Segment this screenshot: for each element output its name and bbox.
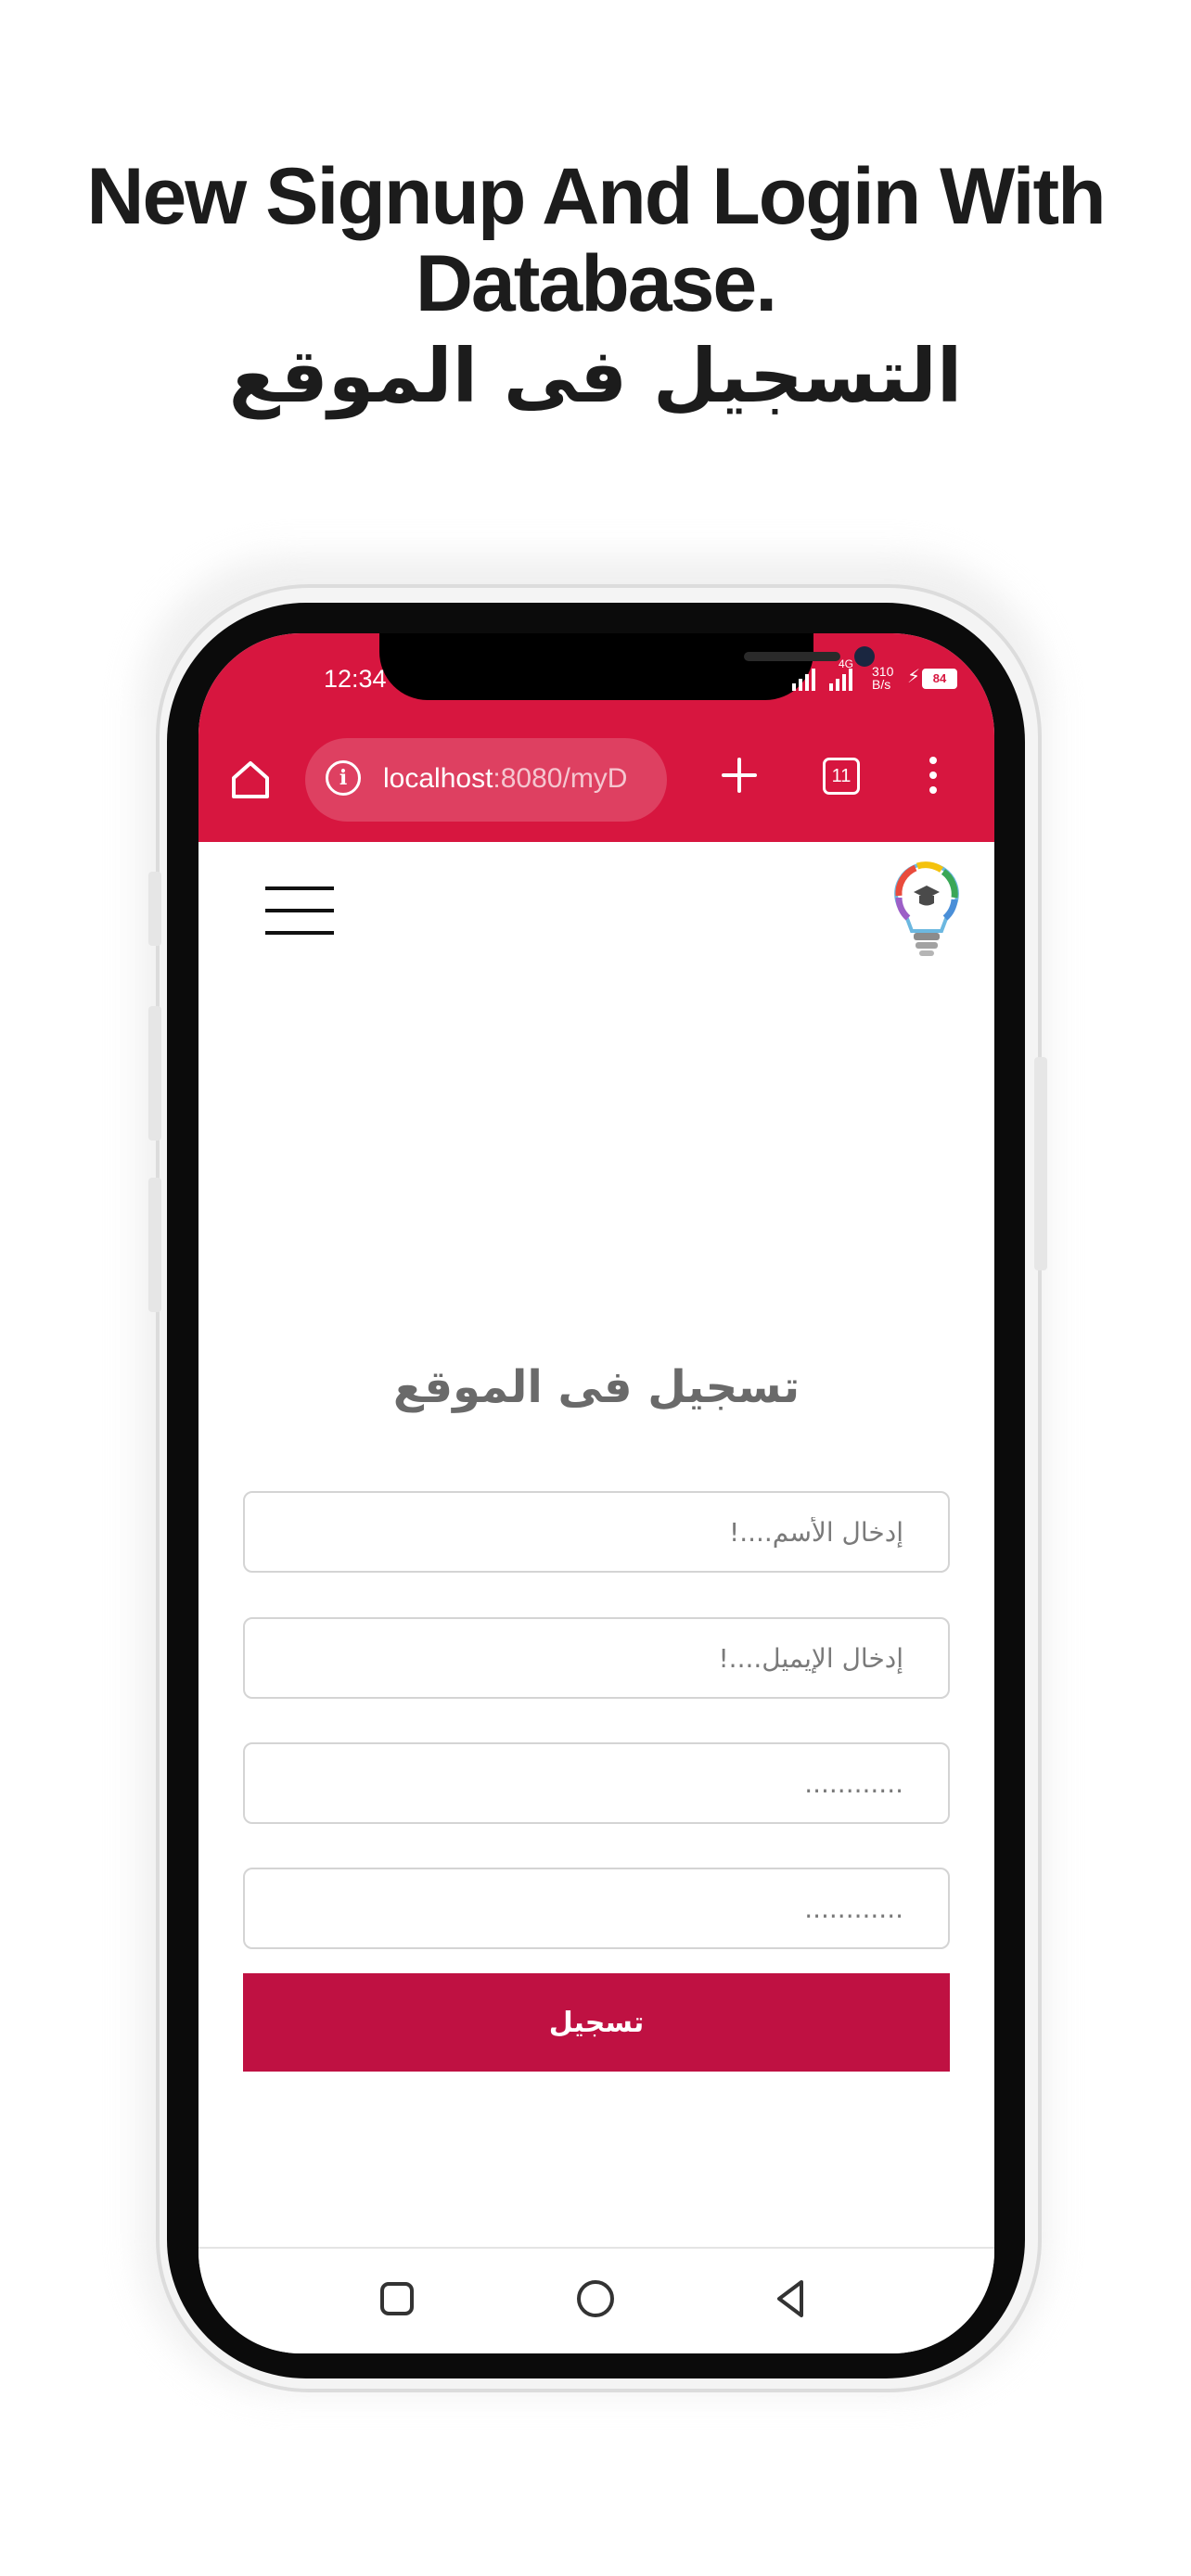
network-type: 4G [839,657,854,670]
hamburger-menu-icon[interactable] [265,886,334,938]
status-time: 12:34 [324,665,387,693]
earpiece-speaker [744,652,840,661]
square-nav-icon[interactable] [373,2275,421,2323]
network-speed: 310 B/s [872,665,893,691]
charging-icon: ⚡ [907,667,921,687]
headline-line-1: New Signup And Login With [86,152,1106,241]
phone-side-button [1034,1057,1047,1270]
confirm-password-field[interactable] [243,1868,950,1949]
phone-side-button [148,872,161,946]
url-text[interactable]: localhost:8080/myD [383,763,658,795]
circle-home-nav-icon[interactable] [571,2275,620,2323]
battery-icon: 84 [922,669,957,689]
password-field[interactable] [243,1742,950,1824]
signal-icon [829,669,852,691]
name-field[interactable] [243,1491,950,1573]
headline-line-2: Database. [415,239,777,328]
browser-chrome: 12:34 4G 310 B/s ⚡ 84 i localhost:8080/m… [198,633,994,842]
plus-icon[interactable] [718,754,761,797]
tabs-icon[interactable]: 11 [823,758,860,795]
phone-screen: 12:34 4G 310 B/s ⚡ 84 i localhost:8080/m… [198,633,994,2353]
page-headline: New Signup And Login With Database. التس… [0,153,1191,420]
url-path: :8080/myD [493,763,628,794]
address-bar[interactable]: i localhost:8080/myD [305,738,667,822]
phone-side-button [148,1178,161,1312]
more-vert-icon[interactable] [928,757,939,797]
headline-line-3: التسجيل فى الموقع [228,333,963,419]
url-host: localhost [383,763,493,794]
web-page: تسجيل فى الموقع تسجيل [198,842,994,2228]
signal-icon [792,669,815,691]
android-nav-bar [198,2249,994,2353]
home-icon[interactable] [226,756,275,804]
lightbulb-logo-icon[interactable] [890,859,964,961]
info-icon[interactable]: i [326,760,361,796]
network-speed-unit: B/s [872,677,891,692]
signup-button[interactable]: تسجيل [243,1973,950,2072]
email-field[interactable] [243,1617,950,1699]
camera-notch [379,633,875,700]
form-title: تسجيل فى الموقع [392,1361,800,1413]
phone-side-button [148,1006,161,1141]
status-icons: 4G 310 B/s ⚡ 84 [792,657,978,693]
back-triangle-icon[interactable] [766,2275,814,2323]
